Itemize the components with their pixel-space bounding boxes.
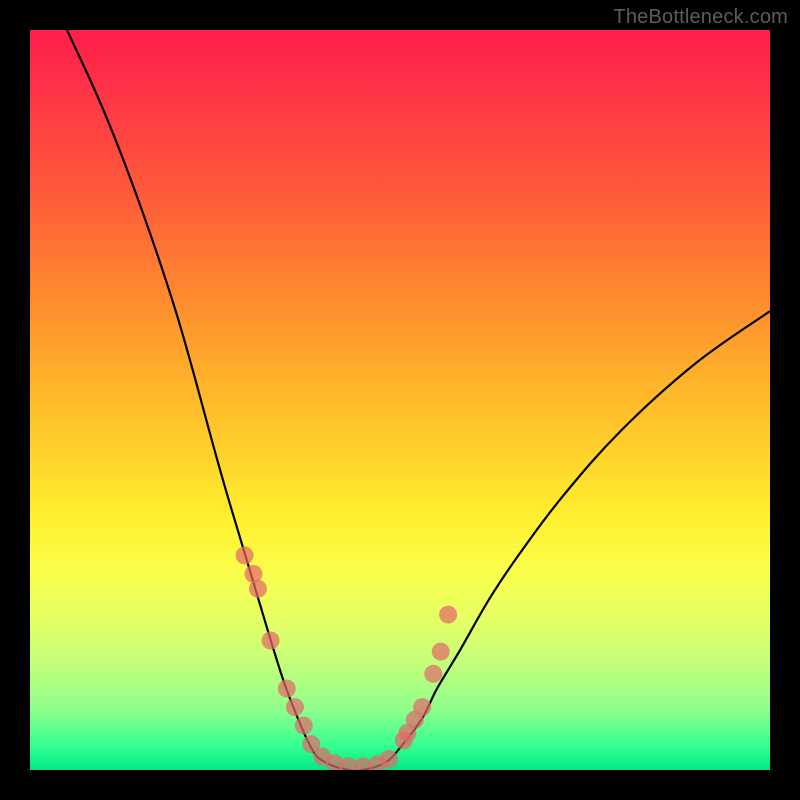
- marker-point: [249, 580, 267, 598]
- chart-svg: [30, 30, 770, 770]
- marker-point: [295, 717, 313, 735]
- marker-point: [439, 606, 457, 624]
- marker-point: [424, 665, 442, 683]
- marker-point: [432, 643, 450, 661]
- watermark-text: TheBottleneck.com: [613, 6, 788, 29]
- chart-frame: TheBottleneck.com: [0, 0, 800, 800]
- marker-point: [236, 546, 254, 564]
- marker-point: [413, 698, 431, 716]
- marker-point: [262, 632, 280, 650]
- marker-group: [236, 546, 458, 770]
- bottleneck-curve: [67, 30, 770, 770]
- plot-area: [30, 30, 770, 770]
- marker-point: [278, 680, 296, 698]
- marker-point: [286, 698, 304, 716]
- marker-point: [380, 750, 398, 768]
